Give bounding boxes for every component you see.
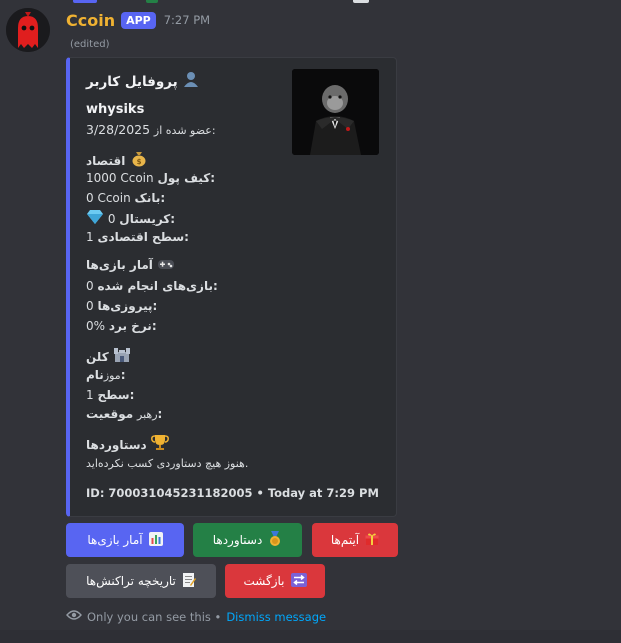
crystal-row: 0 کریستال: — [86, 209, 175, 228]
castle-icon — [113, 345, 131, 366]
memo-icon — [182, 572, 196, 591]
medal-icon — [268, 530, 282, 550]
achievements-heading: دستاوردها — [86, 433, 169, 454]
items-button[interactable]: آیتم‌ها — [312, 523, 398, 557]
games-played-row: 0 بازی‌های انجام شده: — [86, 279, 218, 293]
app-badge: APP — [121, 11, 156, 29]
back-button-label: بازگشت — [243, 574, 285, 588]
economy-heading: اقتصاد $ — [86, 149, 148, 170]
message-header: Ccoin APP 7:27 PM — [66, 10, 210, 30]
achievements-button-label: دستاوردها — [212, 533, 263, 547]
bar-chart-icon — [148, 531, 163, 549]
next-message-area — [0, 630, 621, 643]
bot-username[interactable]: Ccoin — [66, 11, 115, 30]
game-stats-heading: آمار بازی‌ها — [86, 257, 175, 274]
profile-username: whysiks — [86, 102, 145, 117]
game-stats-button[interactable]: آمار بازی‌ها — [66, 523, 184, 557]
member-since-row: 3/28/2025 عضو شده از: — [86, 122, 216, 137]
dismiss-message-link[interactable]: Dismiss message — [226, 610, 326, 624]
ephemeral-text: Only you can see this • — [87, 609, 222, 624]
wallet-row: 1000 Ccoin کیف پول: — [86, 171, 216, 185]
back-button[interactable]: بازگشت — [225, 564, 325, 598]
edited-label: (edited) — [70, 39, 110, 50]
transaction-history-button[interactable]: تاریخچه تراکنش‌ها — [66, 564, 216, 598]
profile-embed: پروفایل کاربر whysiks 3/28/2025 عضو شده … — [66, 57, 397, 517]
gift-icon — [365, 532, 379, 549]
video-game-icon — [157, 257, 175, 274]
clan-position-row: رهبر موقعیت: — [86, 407, 163, 421]
items-button-label: آیتم‌ها — [330, 533, 360, 547]
exchange-arrows-icon — [290, 572, 307, 590]
avatar[interactable] — [6, 8, 50, 52]
clan-heading: کلن — [86, 345, 131, 366]
gem-icon — [86, 209, 104, 228]
achievements-text: هنوز هیچ دستاوردی کسب نکرده‌اید. — [86, 457, 249, 470]
wins-row: 0 پیروزی‌ها: — [86, 299, 158, 313]
user-silhouette-icon — [182, 70, 200, 92]
economic-level-row: 1 سطح اقتصادی: — [86, 230, 189, 244]
eye-icon — [66, 609, 82, 624]
game-stats-button-label: آمار بازی‌ها — [87, 533, 143, 547]
previous-message-remnants — [0, 0, 621, 4]
trophy-icon — [150, 433, 169, 454]
transaction-history-button-label: تاریخچه تراکنش‌ها — [86, 574, 176, 588]
bank-row: 0 Ccoin بانک: — [86, 191, 166, 205]
message-timestamp[interactable]: 7:27 PM — [164, 13, 210, 27]
achievements-button[interactable]: دستاوردها — [193, 523, 302, 557]
embed-title: پروفایل کاربر — [86, 70, 386, 92]
money-bag-icon: $ — [130, 149, 148, 170]
ghost-avatar-icon — [6, 8, 50, 52]
win-rate-row: 0% نرخ برد: — [86, 319, 157, 333]
clan-level-row: 1 سطح: — [86, 388, 135, 402]
ephemeral-notice: Only you can see this • Dismiss message — [66, 609, 326, 624]
clan-name-row: موزنام: — [86, 368, 126, 382]
svg-text:$: $ — [136, 158, 141, 166]
embed-footer: ID: 700031045231182005 • Today at 7:29 P… — [86, 486, 379, 500]
